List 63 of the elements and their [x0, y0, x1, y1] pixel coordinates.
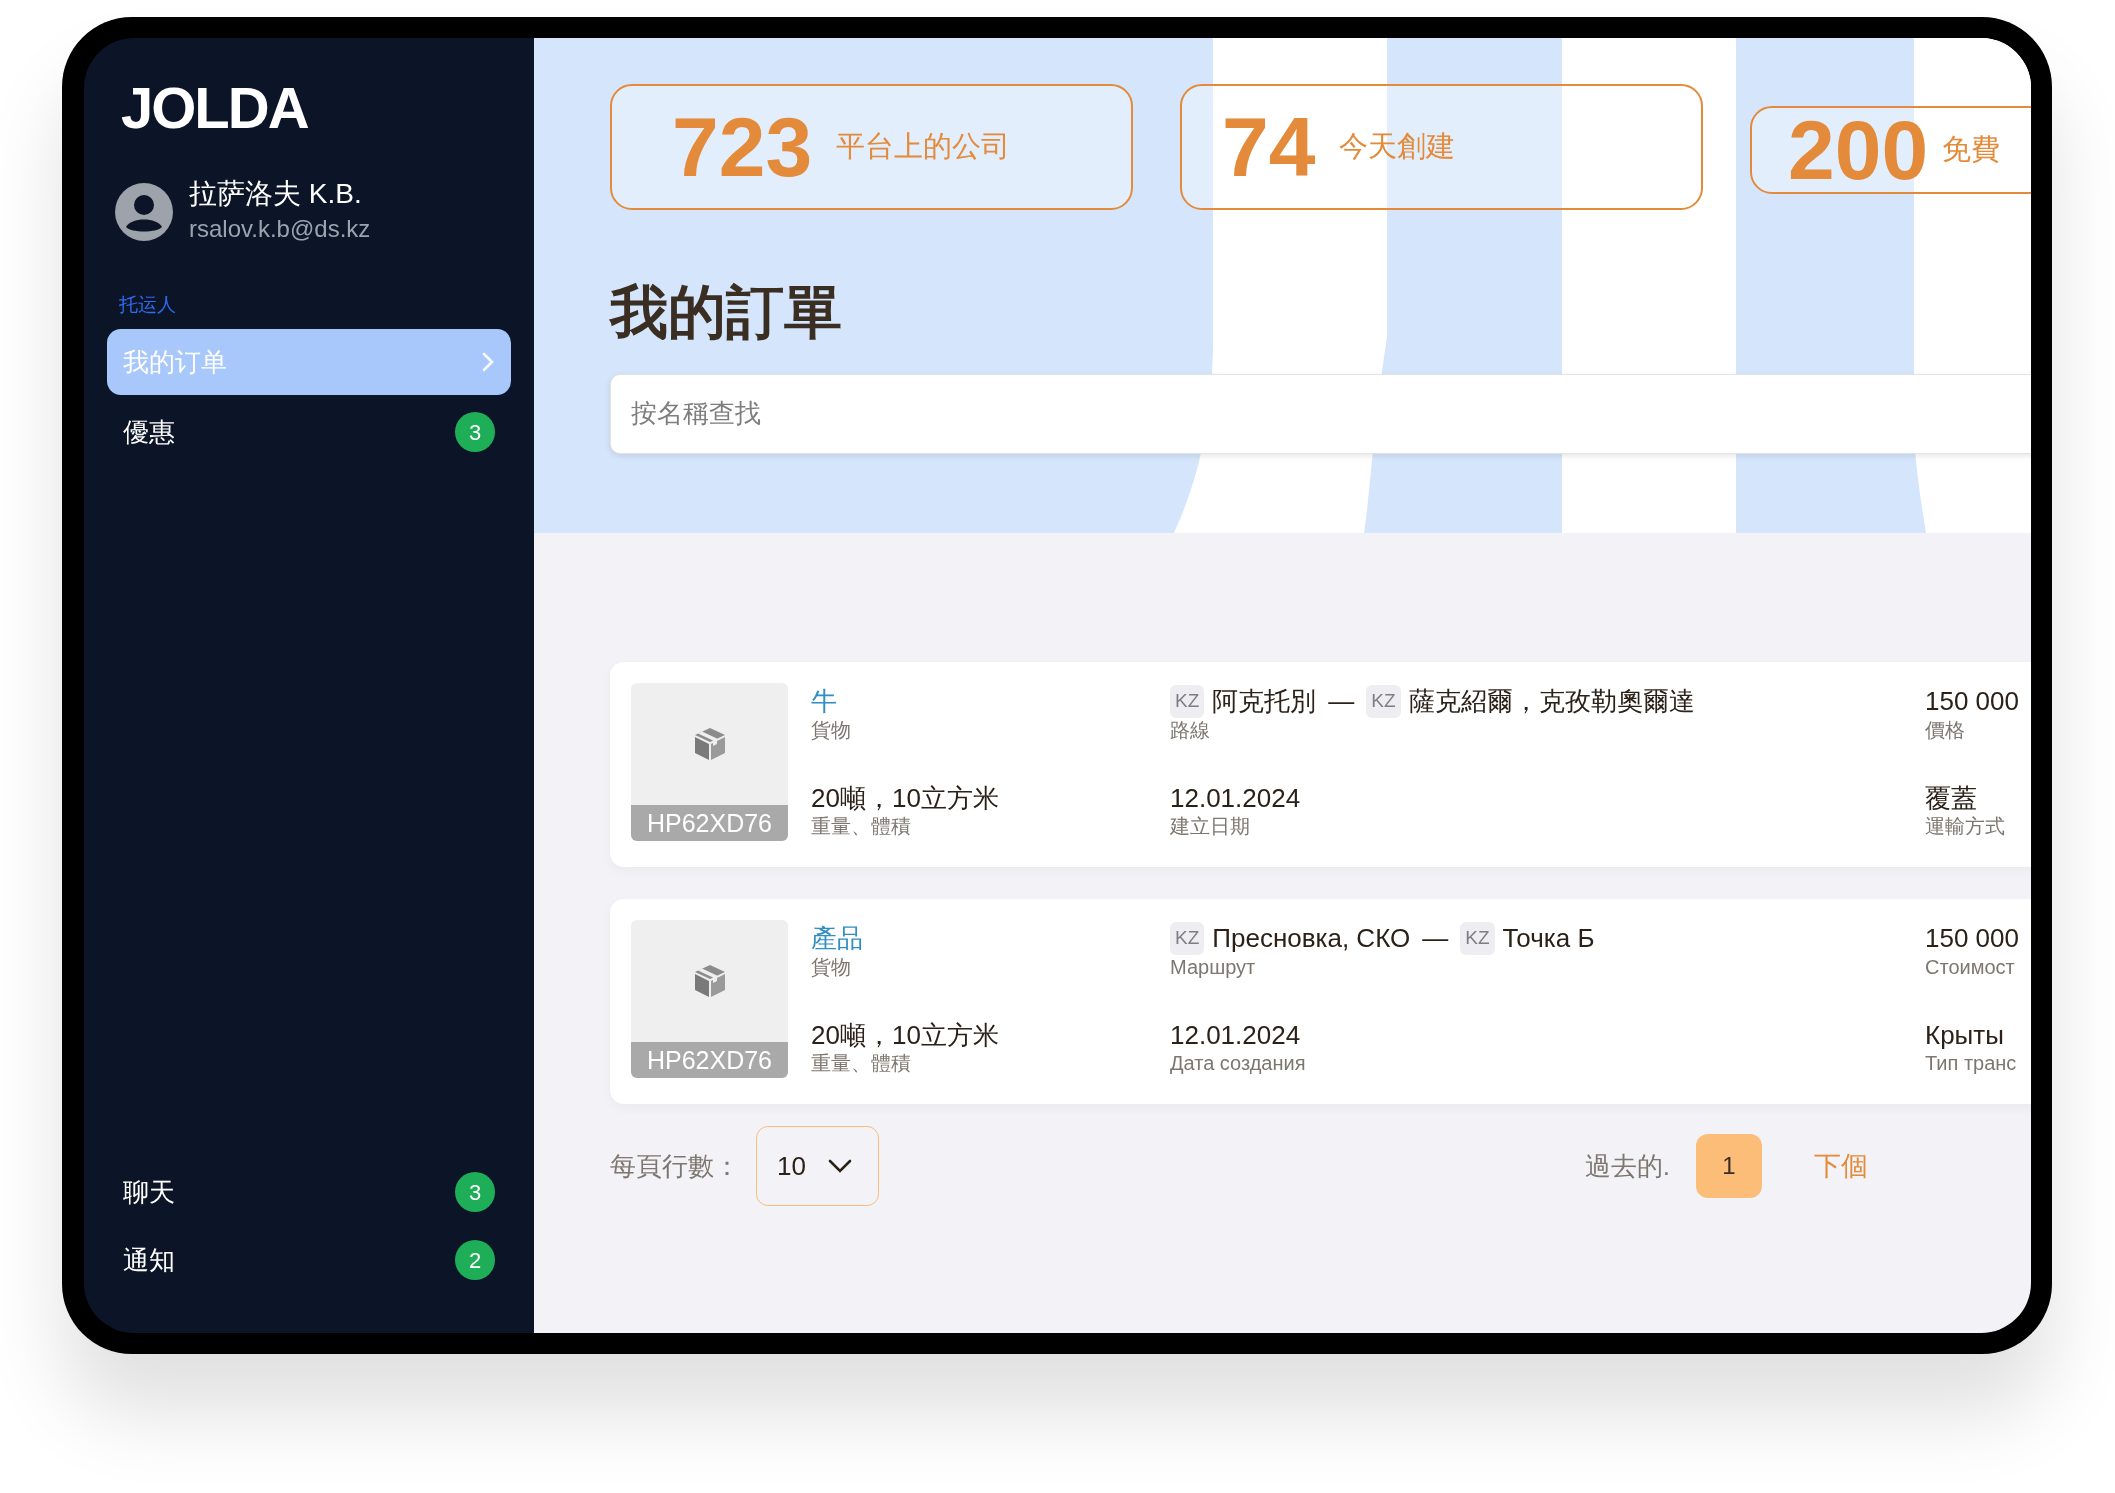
sidebar-item[interactable]: 優惠 3: [107, 399, 511, 466]
country-tag: KZ: [1170, 685, 1205, 718]
page-button[interactable]: 1: [1696, 1134, 1762, 1198]
stat-label: 今天創建: [1339, 129, 1456, 165]
weight-volume: 20噸，10立方米: [811, 781, 1000, 814]
cargo-name: 牛: [811, 685, 838, 718]
stat-value: 74: [1222, 105, 1316, 189]
stat-label: 平台上的公司: [836, 129, 1011, 165]
field-label: 貨物: [811, 717, 852, 742]
count-badge: 3: [455, 1172, 495, 1212]
route-dash: —: [1328, 685, 1355, 718]
chevron-down-icon: [827, 1159, 852, 1173]
field-label: 價格: [1925, 717, 1966, 742]
created-date: 12.01.2024: [1170, 1018, 1302, 1051]
search-field[interactable]: 按名稱查找: [610, 373, 2031, 454]
order-card[interactable]: HP62XD76 產品 貨物 20噸，10立方米 重量、體積 KZ Пресновка, СКО — KZ Точка Б Маршрут 12.01.2024 Дата создания 150 000 Стоимост Крыты Тип транс: [610, 899, 2031, 1104]
field-label: 建立日期: [1170, 814, 1251, 838]
field-label: 貨物: [811, 954, 852, 979]
weight-volume: 20噸，10立方米: [811, 1018, 1000, 1051]
transport-type: 覆蓋: [1925, 781, 1978, 814]
user-email: rsalov.k.b@ds.kz: [189, 213, 371, 244]
field-label: Маршрут: [1170, 954, 1257, 979]
cargo-name: 產品: [811, 922, 864, 955]
field-label: 重量、體積: [811, 814, 912, 838]
route-destination: 薩克紹爾，克孜勒奧爾達: [1408, 685, 1695, 718]
price: 150 000: [1925, 922, 2019, 955]
field-label: 運輸方式: [1925, 814, 2006, 838]
price: 150 000: [1925, 685, 2019, 718]
route-destination: Точка Б: [1502, 922, 1595, 955]
country-tag: KZ: [1366, 685, 1401, 718]
route-origin: 阿克托別: [1212, 685, 1317, 718]
rows-select[interactable]: 10: [756, 1126, 879, 1206]
rows-label: 每頁行數：: [610, 1149, 740, 1183]
route-dash: —: [1422, 922, 1449, 955]
logo: JOLDA: [120, 79, 309, 137]
plate-number: HP62XD76: [631, 1042, 788, 1078]
field-label: Тип транс: [1925, 1051, 2018, 1075]
field-label: 重量、體積: [811, 1051, 912, 1075]
field-label: 路線: [1170, 717, 1211, 742]
count-badge: 3: [455, 412, 495, 453]
field-label: Стоимост: [1925, 954, 2016, 979]
previous-link[interactable]: 過去的.: [1584, 1146, 1670, 1186]
stat-label: 免費: [1942, 132, 2001, 168]
country-tag: KZ: [1170, 922, 1205, 955]
sidebar-item[interactable]: 通知 2: [107, 1227, 511, 1293]
avatar-icon: [115, 182, 173, 241]
user-name: 拉萨洛夫 K.B.: [189, 177, 363, 211]
box-icon: [692, 726, 727, 762]
plate-number: HP62XD76: [631, 805, 788, 841]
created-date: 12.01.2024: [1170, 781, 1302, 814]
section-label: 托运人: [118, 292, 177, 317]
sidebar-item[interactable]: 聊天 3: [107, 1159, 511, 1225]
order-card[interactable]: HP62XD76 牛 貨物 20噸，10立方米 重量、體積 KZ 阿克托別 — KZ 薩克紹爾，克孜勒奧爾達 路線 12.01.2024 建立日期 150 000 價格 覆蓋 運輸方式: [610, 662, 2031, 867]
route-origin: Пресновка, СКО: [1212, 922, 1411, 955]
chevron-right-icon: [481, 351, 495, 374]
stat-value: 723: [672, 105, 813, 189]
page-title: 我的訂單: [610, 280, 843, 344]
transport-type: Крыты: [1925, 1018, 2005, 1051]
field-label: Дата создания: [1170, 1051, 1307, 1075]
box-icon: [692, 963, 727, 999]
country-tag: KZ: [1460, 922, 1495, 955]
stat-value: 200: [1788, 108, 1929, 192]
count-badge: 2: [455, 1240, 495, 1280]
